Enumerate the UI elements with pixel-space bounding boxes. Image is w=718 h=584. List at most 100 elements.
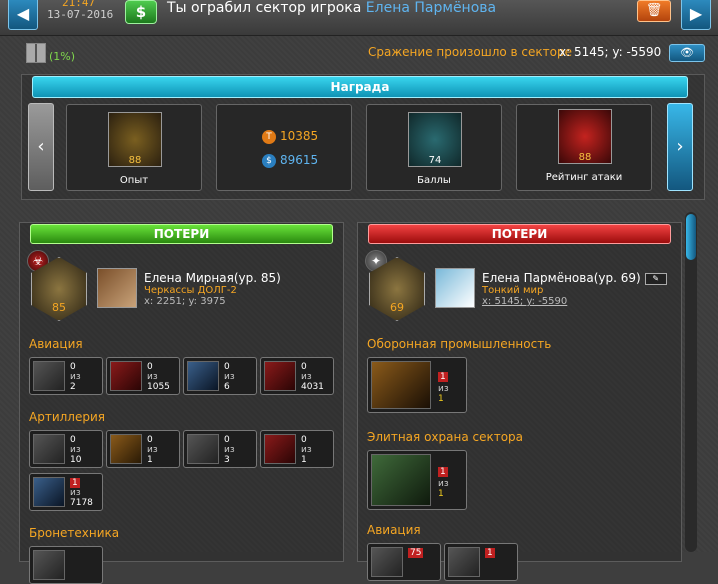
unit-card: 1 из 1 bbox=[367, 357, 467, 413]
unit-card: 0 из 1055 bbox=[106, 357, 180, 395]
unit-lost: 1 bbox=[438, 372, 448, 382]
titanium-resource: T 10385 bbox=[262, 129, 318, 144]
attacker-alliance[interactable]: Черкассы ДОЛГ-2 bbox=[144, 285, 237, 296]
chevron-right-icon: › bbox=[676, 136, 684, 157]
unit-lost: 1 bbox=[70, 478, 80, 488]
unit-lost: 0 bbox=[147, 362, 153, 372]
section-title: Артиллерия bbox=[29, 410, 105, 424]
unit-of: из bbox=[224, 445, 235, 455]
scrollbar[interactable] bbox=[685, 212, 697, 552]
money-resource: $89615 bbox=[262, 153, 318, 168]
points-diamond-icon: 74 bbox=[408, 112, 462, 167]
titanium-value: 10385 bbox=[280, 129, 319, 143]
rank-chevron-icon: 88 bbox=[108, 112, 162, 167]
unit-of: из bbox=[70, 372, 81, 382]
unit-total: 4031 bbox=[301, 382, 324, 392]
attack-rating-label: Рейтинг атаки bbox=[545, 172, 623, 183]
defender-name-row: Елена Пармёнова(ур. 69) ✎ bbox=[482, 271, 667, 285]
reward-points: 74 Баллы bbox=[366, 104, 502, 191]
unit-card: 0 из 1 bbox=[106, 430, 180, 468]
money-icon: $ bbox=[125, 0, 157, 24]
unit-image bbox=[371, 454, 431, 506]
experience-label: Опыт bbox=[119, 175, 149, 186]
attacker-coords[interactable]: x: 2251; y: 3975 bbox=[144, 296, 226, 307]
unit-card: 1 из 7178 bbox=[29, 473, 103, 511]
defender-avatar[interactable] bbox=[435, 268, 475, 308]
unit-total: 1 bbox=[147, 455, 153, 465]
reward-title: Награда bbox=[32, 76, 688, 98]
unit-of: из bbox=[147, 372, 158, 382]
unit-lost: 1 bbox=[438, 467, 448, 477]
event-headline: Ты ограбил сектор игрока Елена Пармёнова bbox=[167, 0, 496, 16]
unit-card: 1 из 1 bbox=[367, 450, 467, 510]
attacker-losses-header: ПОТЕРИ bbox=[30, 224, 333, 244]
unit-image bbox=[264, 361, 296, 391]
unit-of: из bbox=[147, 445, 158, 455]
unit-lost: 0 bbox=[224, 362, 230, 372]
defender-losses-header: ПОТЕРИ bbox=[368, 224, 671, 244]
unit-lost: 0 bbox=[301, 362, 307, 372]
experience-value: 88 bbox=[128, 155, 142, 166]
defender-coords[interactable]: x: 5145; y: -5590 bbox=[482, 296, 567, 307]
trash-icon: 🗑 bbox=[645, 3, 663, 18]
money-value: 89615 bbox=[280, 153, 319, 167]
unit-total: 2 bbox=[70, 382, 76, 392]
view-sector-button[interactable]: 👁 bbox=[669, 44, 705, 62]
unit-total: 10 bbox=[70, 455, 82, 465]
delete-button[interactable]: 🗑 bbox=[637, 0, 671, 22]
reward-next-button[interactable]: › bbox=[667, 103, 693, 191]
unit-card: 0 из 4031 bbox=[260, 357, 334, 395]
unit-card: 1 bbox=[444, 543, 518, 581]
unit-lost: 0 bbox=[224, 435, 230, 445]
unit-of: из bbox=[438, 479, 449, 489]
robbed-percent: (1%) bbox=[49, 50, 76, 63]
unit-lost: 0 bbox=[301, 435, 307, 445]
unit-image bbox=[187, 361, 219, 391]
unit-lost: 0 bbox=[70, 435, 76, 445]
unit-image bbox=[110, 434, 142, 464]
unit-card: 0 из 1 bbox=[260, 430, 334, 468]
section-title: Элитная охрана сектора bbox=[367, 430, 524, 444]
attacker-avatar[interactable] bbox=[97, 268, 137, 308]
unit-total: 1 bbox=[438, 394, 444, 404]
target-icon: 88 bbox=[558, 109, 612, 164]
section-title: Оборонная промышленность bbox=[367, 337, 552, 351]
unit-image bbox=[33, 434, 65, 464]
unit-image bbox=[33, 550, 65, 580]
unit-lost: 75 bbox=[408, 548, 424, 558]
unit-card: 0 из 2 bbox=[29, 357, 103, 395]
next-button[interactable]: ▶ bbox=[681, 0, 711, 30]
edit-icon[interactable]: ✎ bbox=[644, 272, 667, 285]
unit-total: 7178 bbox=[70, 498, 93, 508]
unit-of: из bbox=[70, 488, 81, 498]
reward-resources: T 10385 $89615 bbox=[216, 104, 352, 191]
headline-player-link[interactable]: Елена Пармёнова bbox=[366, 0, 496, 16]
attack-rating-value: 88 bbox=[578, 152, 592, 163]
unit-image bbox=[110, 361, 142, 391]
unit-of: из bbox=[70, 445, 81, 455]
titanium-icon: T bbox=[262, 129, 276, 144]
defender-name[interactable]: Елена Пармёнова(ур. 69) bbox=[482, 271, 641, 285]
unit-of: из bbox=[224, 372, 235, 382]
back-button[interactable]: ◀ bbox=[8, 0, 38, 30]
unit-image bbox=[264, 434, 296, 464]
unit-total: 3 bbox=[224, 455, 230, 465]
unit-card: 0 из 6 bbox=[183, 357, 257, 395]
unit-total: 6 bbox=[224, 382, 230, 392]
arrow-left-icon: ◀ bbox=[16, 3, 30, 23]
sector-tiles-icon bbox=[26, 43, 46, 63]
arrow-right-icon: ▶ bbox=[689, 3, 703, 23]
headline-text: Ты ограбил сектор игрока bbox=[167, 0, 362, 16]
defender-alliance[interactable]: Тонкий мир bbox=[482, 285, 543, 296]
attacker-name[interactable]: Елена Мирная(ур. 85) bbox=[144, 271, 281, 285]
chevron-left-icon: ‹ bbox=[37, 136, 45, 157]
points-label: Баллы bbox=[417, 175, 451, 186]
dollar-icon: $ bbox=[262, 153, 276, 168]
unit-total: 1 bbox=[438, 489, 444, 499]
points-value: 74 bbox=[428, 155, 442, 166]
battle-coords: x: 5145; y: -5590 bbox=[559, 45, 662, 59]
battle-sector-text: Сражение произошло в секторе bbox=[368, 45, 572, 59]
eye-icon: 👁 bbox=[680, 46, 694, 59]
reward-prev-button[interactable]: ‹ bbox=[28, 103, 54, 191]
scrollbar-thumb[interactable] bbox=[686, 214, 696, 260]
